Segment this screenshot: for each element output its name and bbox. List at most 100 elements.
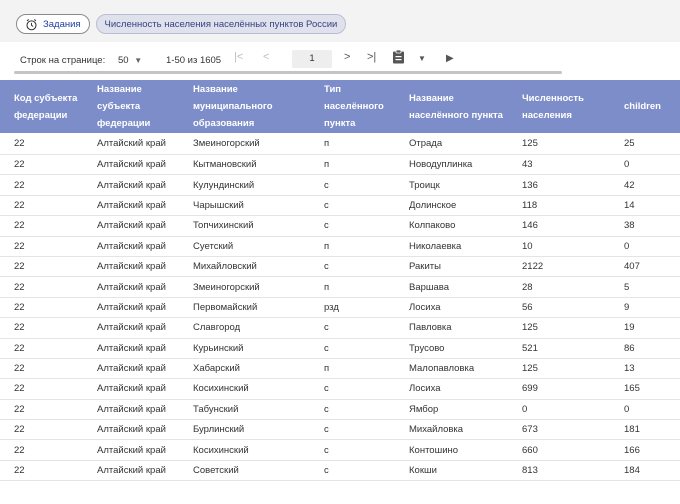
- rows-per-page-select[interactable]: 50 ▼: [118, 55, 142, 66]
- table-cell: Лосиха: [395, 378, 508, 400]
- table-cell: Алтайский край: [83, 297, 179, 319]
- table-cell: Кытмановский: [179, 154, 310, 176]
- table-cell: Алтайский край: [83, 276, 179, 298]
- rows-per-page-label: Строк на странице:: [20, 55, 106, 66]
- table-row[interactable]: 22 Алтайский край Хабарский п Малопавловка 12…: [0, 358, 680, 380]
- pagination-toolbar: Строк на странице: 50 ▼ 1-50 из 1605 |< …: [0, 42, 680, 74]
- table-cell: с: [310, 460, 395, 482]
- table-row[interactable]: 22 Алтайский край Косихинский с Лосиха 699 165: [0, 378, 680, 400]
- table-cell: 0: [610, 154, 680, 176]
- table-row[interactable]: 22 Алтайский край Михайловский с Ракиты 2122 4…: [0, 256, 680, 278]
- clipboard-icon[interactable]: [392, 49, 405, 67]
- table-cell: Алтайский край: [83, 378, 179, 400]
- table-cell: 22: [0, 154, 83, 176]
- table-cell: Змеиногорский: [179, 133, 310, 155]
- table-cell: 181: [610, 419, 680, 441]
- table-cell: 86: [610, 338, 680, 359]
- tab-tasks[interactable]: Задания: [16, 14, 90, 34]
- table-row[interactable]: 22 Алтайский край Курьинский с Трусово 521 86: [0, 338, 680, 359]
- table-row[interactable]: 22 Алтайский край Первомайский рзд Лосиха 56 9: [0, 297, 680, 319]
- table-row[interactable]: 22 Алтайский край Змеиногорский п Отрада 125 2…: [0, 133, 680, 155]
- table-cell: с: [310, 378, 395, 400]
- table-cell: с: [310, 215, 395, 237]
- table-row[interactable]: 22 Алтайский край Бурлинский с Михайловка 673…: [0, 419, 680, 441]
- table-cell: 22: [0, 256, 83, 278]
- table-cell: 125: [508, 358, 610, 380]
- table-cell: Колпаково: [395, 215, 508, 237]
- table-cell: Малопавловка: [395, 358, 508, 380]
- table-cell: Славгород: [179, 317, 310, 339]
- table-row[interactable]: 22 Алтайский край Советский с Кокши 813 184: [0, 460, 680, 482]
- table-row[interactable]: 22 Алтайский край Славгород с Павловка 125 19: [0, 317, 680, 339]
- column-header[interactable]: Тип населённого пункта: [310, 80, 395, 133]
- range-text: 1-50 из 1605: [166, 55, 222, 66]
- table-cell: 22: [0, 338, 83, 359]
- table-cell: 165: [610, 378, 680, 400]
- table-cell: с: [310, 195, 395, 217]
- table-cell: 0: [508, 399, 610, 421]
- data-table: Код субъекта федерации Название субъекта…: [0, 80, 680, 482]
- next-page-icon[interactable]: >: [344, 51, 350, 63]
- table-cell: 22: [0, 378, 83, 400]
- table-cell: 813: [508, 460, 610, 482]
- table-row[interactable]: 22 Алтайский край Косихинский с Контошино 660…: [0, 439, 680, 461]
- table-cell: 22: [0, 399, 83, 421]
- table-cell: 13: [610, 358, 680, 380]
- table-cell: 136: [508, 174, 610, 196]
- last-page-icon[interactable]: >|: [367, 51, 376, 63]
- table-row[interactable]: 22 Алтайский край Суетский п Николаевка 10 0: [0, 236, 680, 257]
- tab-population-dataset[interactable]: Численность населения населённых пунктов…: [95, 14, 347, 34]
- table-cell: 407: [610, 256, 680, 278]
- table-cell: 22: [0, 297, 83, 319]
- table-cell: Алтайский край: [83, 236, 179, 257]
- table-row[interactable]: 22 Алтайский край Топчихинский с Колпаково 14…: [0, 215, 680, 237]
- table-cell: Топчихинский: [179, 215, 310, 237]
- table-cell: 22: [0, 439, 83, 461]
- table-cell: Алтайский край: [83, 256, 179, 278]
- table-row[interactable]: 22 Алтайский край Кулундинский с Троицк 136 42: [0, 174, 680, 196]
- table-cell: Лосиха: [395, 297, 508, 319]
- column-header[interactable]: Код субъекта федерации: [0, 80, 83, 133]
- table-cell: 22: [0, 358, 83, 380]
- table-cell: 22: [0, 460, 83, 482]
- table-cell: 19: [610, 317, 680, 339]
- table-cell: 521: [508, 338, 610, 359]
- table-header: Код субъекта федерации Название субъекта…: [0, 80, 680, 133]
- table-cell: 184: [610, 460, 680, 482]
- first-page-icon[interactable]: |<: [234, 51, 243, 63]
- play-icon[interactable]: ▶: [446, 53, 454, 64]
- page-number-input[interactable]: 1: [292, 50, 332, 68]
- table-cell: 22: [0, 419, 83, 441]
- table-cell: с: [310, 439, 395, 461]
- chevron-down-icon[interactable]: ▼: [418, 54, 426, 63]
- table-row[interactable]: 22 Алтайский край Чарышский с Долинское 118 14: [0, 195, 680, 217]
- horizontal-scrollbar[interactable]: [14, 71, 562, 74]
- top-bar: Задания Численность населения населённых…: [0, 0, 680, 42]
- column-header[interactable]: Название субъекта федерации: [83, 80, 179, 133]
- table-cell: Алтайский край: [83, 215, 179, 237]
- table-row[interactable]: 22 Алтайский край Кытмановский п Новодуплинк…: [0, 154, 680, 176]
- table-cell: 42: [610, 174, 680, 196]
- table-cell: с: [310, 399, 395, 421]
- table-cell: Кокши: [395, 460, 508, 482]
- table-cell: с: [310, 419, 395, 441]
- table-cell: Павловка: [395, 317, 508, 339]
- tab-tasks-label: Задания: [43, 18, 81, 30]
- table-cell: Алтайский край: [83, 460, 179, 482]
- table-cell: п: [310, 276, 395, 298]
- column-header[interactable]: Численность населения: [508, 80, 610, 133]
- column-header[interactable]: children: [610, 80, 680, 133]
- table-cell: Трусово: [395, 338, 508, 359]
- table-cell: 5: [610, 276, 680, 298]
- table-cell: 118: [508, 195, 610, 217]
- column-header[interactable]: Название населённого пункта: [395, 80, 508, 133]
- table-row[interactable]: 22 Алтайский край Змеиногорский п Варшава 28 5: [0, 276, 680, 298]
- table-cell: 22: [0, 174, 83, 196]
- table-row[interactable]: 22 Алтайский край Табунский с Ямбор 0 0: [0, 399, 680, 421]
- table-cell: Алтайский край: [83, 133, 179, 155]
- tab-population-label: Численность населения населённых пунктов…: [104, 18, 338, 30]
- table-cell: Новодуплинка: [395, 154, 508, 176]
- table-cell: п: [310, 236, 395, 257]
- column-header[interactable]: Название муниципального образования: [179, 80, 310, 133]
- previous-page-icon[interactable]: <: [263, 51, 269, 63]
